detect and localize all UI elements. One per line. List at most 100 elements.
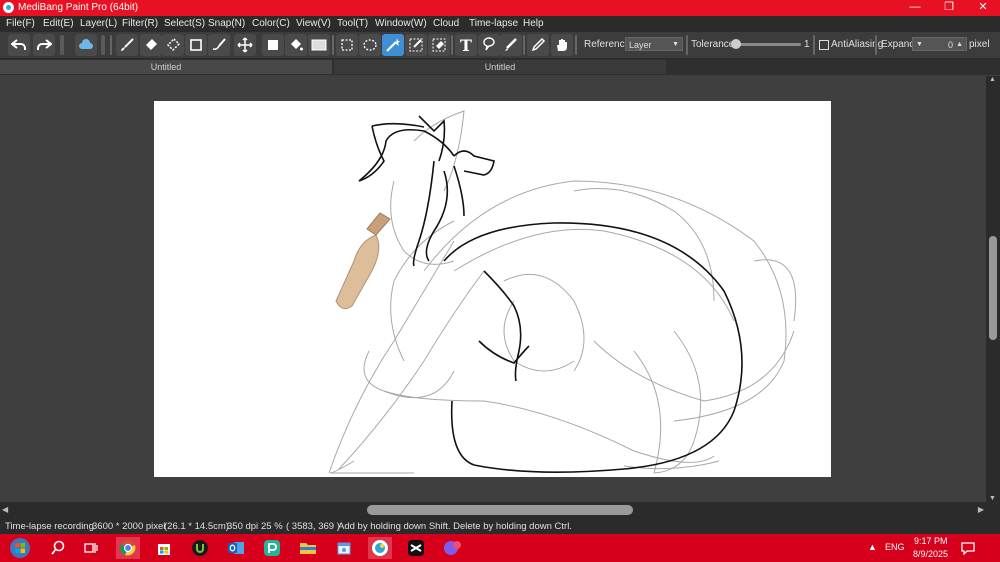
clock-time[interactable]: 9:17 PM [914,536,948,546]
tray-overflow-icon[interactable]: ▲ [868,542,877,552]
scroll-right-icon[interactable]: ▶ [978,505,984,514]
select-eraser-icon [432,38,446,52]
status-image-size: 3600 * 2000 pixel [92,521,166,532]
redo-icon [37,39,52,50]
menu-edit[interactable]: Edit(E) [43,18,74,29]
text-t-icon: T [460,35,472,55]
panel-divide-icon [505,38,517,51]
taskbar-chrome[interactable] [116,537,140,559]
menu-timelapse[interactable]: Time-lapse [469,18,518,29]
stepper-up-icon[interactable]: ▲ [956,38,963,52]
search-icon [51,540,65,555]
dot-eraser-tool-button[interactable] [162,34,184,56]
task-view-icon [84,543,98,553]
horizontal-scrollbar[interactable]: ◀ ▶ [0,502,1000,518]
drawing-canvas[interactable] [154,101,831,477]
undo-icon [11,39,26,50]
taskbar-outlook[interactable] [224,537,248,559]
tab-untitled-1[interactable]: Untitled [0,60,332,74]
select-eraser-button[interactable] [428,34,450,56]
tolerance-slider[interactable] [731,39,801,49]
capcut-icon [408,540,424,556]
menu-layer[interactable]: Layer(L) [80,18,117,29]
text-tool-button[interactable]: T [455,34,477,56]
folder-icon [300,543,316,554]
tab-untitled-2[interactable]: Untitled [334,60,666,74]
menu-file[interactable]: File(F) [6,18,35,29]
brush-icon [121,38,134,51]
lasso-icon [363,39,377,51]
task-view-button[interactable] [79,537,103,559]
taskbar-store[interactable] [152,537,176,559]
fill-shape-tool-button[interactable] [262,34,284,56]
scroll-left-icon[interactable]: ◀ [2,505,8,514]
move-tool-button[interactable] [234,34,256,56]
menu-filter[interactable]: Filter(R) [122,18,158,29]
eyedropper-icon [531,37,546,52]
balloon-tool-button[interactable] [478,34,500,56]
vertical-scrollbar[interactable]: ▲ ▼ [986,76,1000,502]
status-mode: Time-lapse recording [5,521,94,532]
brush-tool-button[interactable] [116,34,138,56]
tolerance-label: Tolerance [691,39,735,50]
undo-button[interactable] [8,34,30,56]
stepper-down-icon[interactable]: ▼ [916,38,923,52]
windows-start-icon [10,538,30,558]
menu-help[interactable]: Help [523,18,544,29]
clock-date[interactable]: 8/9/2025 [913,549,948,559]
taskbar-medibang[interactable] [368,537,392,559]
menu-view[interactable]: View(V) [296,18,331,29]
vertical-scroll-thumb[interactable] [989,236,997,340]
scroll-up-icon[interactable]: ▲ [989,76,996,83]
eyedropper-tool-button[interactable] [527,34,549,56]
toolbar-divider [813,35,815,55]
reference-select[interactable]: Layer ▼ [625,37,683,51]
scroll-down-icon[interactable]: ▼ [989,495,996,502]
minimize-button[interactable]: — [898,0,932,16]
taskbar-calendar-app[interactable] [332,537,356,559]
start-button[interactable] [6,537,34,559]
taskbar-pixabay-app[interactable] [260,537,284,559]
select-pen-icon [409,38,423,52]
bucket-tool-button[interactable] [285,34,307,56]
menu-color[interactable]: Color(C) [252,18,290,29]
menu-window[interactable]: Window(W) [375,18,427,29]
eraser-tool-button[interactable] [140,34,162,56]
shape-tool-button[interactable] [185,34,207,56]
taskbar-capcut[interactable] [404,537,428,559]
hand-tool-button[interactable] [551,34,573,56]
store-bag-icon [158,544,170,555]
select-tool-button[interactable] [336,34,358,56]
status-hint: Add by holding down Shift. Delete by hol… [338,521,572,532]
expand-stepper[interactable]: ▼ 0 ▲ [912,37,967,51]
select-pen-button[interactable] [405,34,427,56]
close-button[interactable]: ✕ [966,0,1000,16]
language-indicator[interactable]: ENG [885,542,905,552]
notification-button[interactable] [956,537,980,559]
menu-select[interactable]: Select(S) [164,18,205,29]
taskbar-utorrent[interactable] [188,537,212,559]
antialiasing-checkbox[interactable] [819,40,829,50]
tolerance-slider-knob[interactable] [731,39,741,49]
lasso-tool-button[interactable] [359,34,381,56]
toolbar-divider [523,35,525,55]
taskbar-search-button[interactable] [46,537,70,559]
correction-pen-button[interactable] [208,34,230,56]
magic-wand-tool-button[interactable] [382,34,404,56]
reference-label: Reference [584,39,631,50]
menu-snap[interactable]: Snap(N) [208,18,245,29]
marquee-select-icon [341,39,353,51]
gradient-tool-button[interactable] [308,34,330,56]
menu-cloud[interactable]: Cloud [433,18,459,29]
restore-button[interactable]: ❐ [932,0,966,16]
horizontal-scroll-thumb[interactable] [367,505,633,515]
taskbar-messenger-app[interactable] [440,537,464,559]
redo-button[interactable] [33,34,55,56]
toolbar-divider [451,35,453,55]
toolbar-divider [332,35,334,55]
toolbar-divider [686,35,688,55]
menu-tool[interactable]: Tool(T) [337,18,368,29]
taskbar-file-explorer[interactable] [296,537,320,559]
cloud-button[interactable] [75,34,97,56]
divide-tool-button[interactable] [500,34,522,56]
